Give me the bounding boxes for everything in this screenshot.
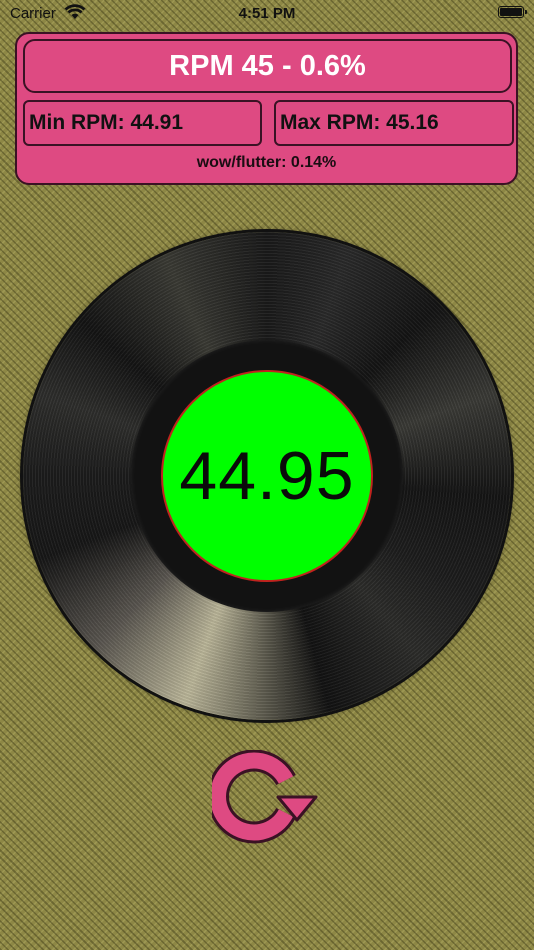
- max-rpm-display: Max RPM: 45.16: [274, 100, 514, 146]
- reset-button[interactable]: [207, 749, 322, 846]
- status-bar: Carrier 4:51 PM: [0, 0, 534, 30]
- min-rpm-display: Min RPM: 44.91: [23, 100, 262, 146]
- refresh-icon: [207, 749, 318, 844]
- rpm-info-panel: RPM 45 - 0.6% Min RPM: 44.91 Max RPM: 45…: [15, 32, 518, 185]
- clock: 4:51 PM: [238, 5, 296, 22]
- vinyl-record: 44.95: [23, 232, 511, 720]
- rpm-title: RPM 45 - 0.6%: [23, 39, 512, 93]
- battery-icon: [498, 6, 527, 18]
- current-rpm-readout: 44.95: [161, 370, 373, 582]
- wow-flutter-display: wow/flutter: 0.14%: [196, 154, 337, 171]
